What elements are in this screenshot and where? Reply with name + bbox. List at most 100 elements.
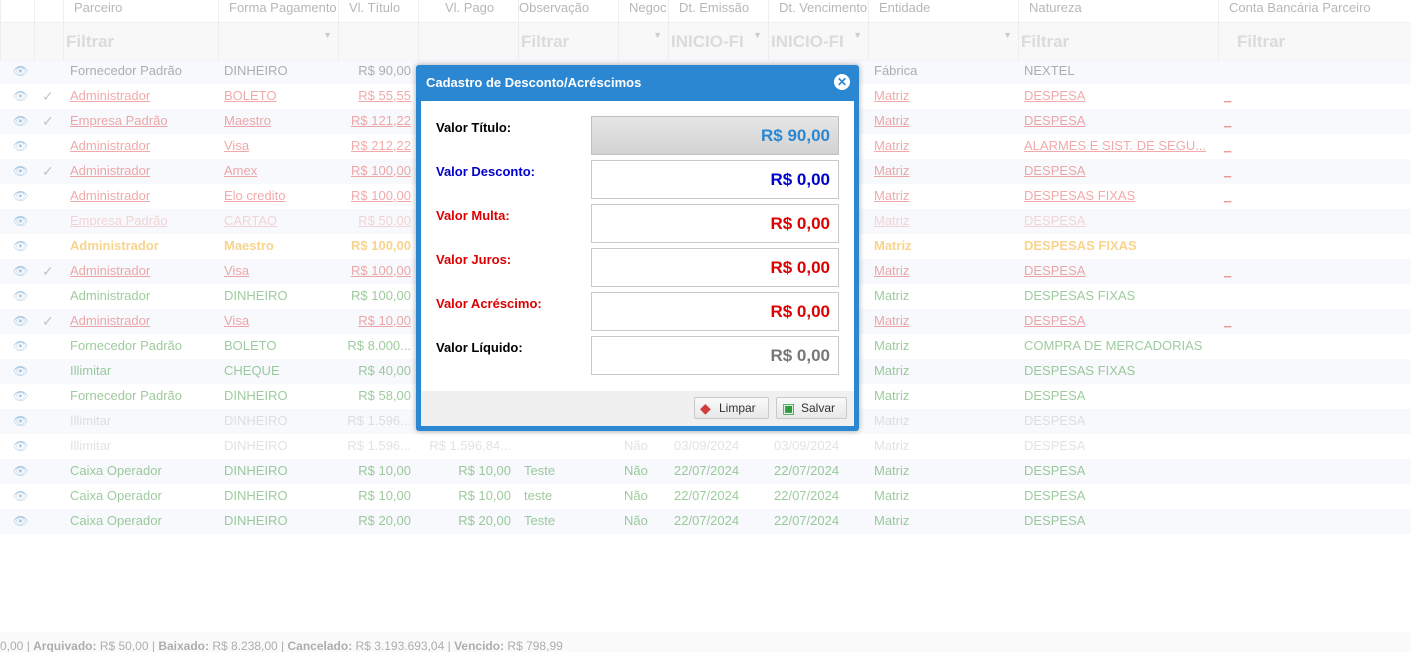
eye-icon[interactable]: 👁 bbox=[13, 388, 28, 404]
cell-natureza[interactable]: DESPESA bbox=[1024, 163, 1212, 179]
cell-vl-titulo[interactable]: R$ 100,00 bbox=[338, 188, 411, 204]
filter-observacao[interactable]: Filtrar bbox=[519, 22, 618, 61]
cell-entidade[interactable]: Matriz bbox=[874, 313, 1014, 329]
cell-natureza[interactable]: DESPESA bbox=[1024, 88, 1212, 104]
cell-parceiro[interactable]: Administrador bbox=[70, 88, 215, 104]
cell-vl-titulo[interactable]: R$ 100,00 bbox=[338, 163, 411, 179]
cell-forma-pagamento[interactable]: BOLETO bbox=[224, 88, 334, 104]
header-entidade[interactable]: Entidade ▼ bbox=[868, 0, 1018, 61]
cell-entidade[interactable]: Matriz bbox=[874, 263, 1014, 279]
filter-conta-bancaria[interactable]: Filtrar bbox=[1219, 22, 1411, 61]
valor-acrescimo-input[interactable]: R$ 0,00 bbox=[591, 292, 839, 331]
cell-natureza[interactable]: DESPESA bbox=[1024, 313, 1212, 329]
cell-conta-bancaria[interactable]: _ bbox=[1224, 263, 1404, 279]
filter-entidade[interactable]: ▼ bbox=[869, 22, 1018, 61]
header-natureza[interactable]: Natureza Filtrar bbox=[1018, 0, 1218, 61]
valor-juros-input[interactable]: R$ 0,00 bbox=[591, 248, 839, 287]
eye-icon[interactable]: 👁 bbox=[13, 463, 28, 479]
eye-icon[interactable]: 👁 bbox=[13, 338, 28, 354]
filter-dt-emissao[interactable]: INICIO-FI ▼ bbox=[669, 22, 768, 61]
table-row[interactable]: 👁 Caixa Operador DINHEIRO R$ 10,00 R$ 10,00 T… bbox=[0, 459, 1411, 484]
eye-icon[interactable]: 👁 bbox=[13, 113, 28, 129]
eye-icon[interactable]: 👁 bbox=[13, 488, 28, 504]
cell-natureza[interactable]: ALARMES E SIST. DE SEGU... bbox=[1024, 138, 1212, 154]
cell-forma-pagamento[interactable]: Visa bbox=[224, 313, 334, 329]
cell-vl-titulo[interactable]: R$ 121,22 bbox=[338, 113, 411, 129]
salvar-button[interactable]: ▣ Salvar bbox=[776, 397, 847, 419]
cell-natureza: DESPESA bbox=[1024, 513, 1086, 528]
eye-icon[interactable]: 👁 bbox=[13, 263, 28, 279]
header-vl-titulo[interactable]: Vl. Título bbox=[338, 0, 418, 61]
cell-vl-titulo: R$ 1.596... bbox=[347, 413, 411, 428]
table-row[interactable]: 👁 Illimitar DINHEIRO R$ 1.596... R$ 1.596,84… bbox=[0, 434, 1411, 459]
cell-entidade[interactable]: Matriz bbox=[874, 113, 1014, 129]
header-observacao[interactable]: Observação Filtrar bbox=[518, 0, 618, 61]
eye-icon[interactable]: 👁 bbox=[13, 213, 28, 229]
filter-forma-pagamento[interactable]: ▼ bbox=[219, 22, 338, 61]
eye-icon[interactable]: 👁 bbox=[13, 288, 28, 304]
eye-icon[interactable]: 👁 bbox=[13, 238, 28, 254]
cell-natureza[interactable]: DESPESAS FIXAS bbox=[1024, 188, 1212, 204]
header-dt-vencimento[interactable]: Dt. Vencimento INICIO-FI ▼ bbox=[768, 0, 868, 61]
cell-parceiro[interactable]: Administrador bbox=[70, 138, 215, 154]
header-forma-pagamento[interactable]: Forma Pagamento ▼ bbox=[218, 0, 338, 61]
cell-natureza[interactable]: DESPESA bbox=[1024, 263, 1212, 279]
header-vl-pago[interactable]: Vl. Pago bbox=[418, 0, 518, 61]
cell-entidade[interactable]: Matriz bbox=[874, 88, 1014, 104]
eye-icon[interactable]: 👁 bbox=[13, 88, 28, 104]
eye-icon[interactable]: 👁 bbox=[13, 413, 28, 429]
eye-icon[interactable]: 👁 bbox=[13, 363, 28, 379]
cell-entidade[interactable]: Matriz bbox=[874, 188, 1014, 204]
filter-natureza[interactable]: Filtrar bbox=[1019, 22, 1218, 61]
filter-negoc[interactable]: ▼ bbox=[619, 22, 668, 61]
cell-parceiro[interactable]: Administrador bbox=[70, 163, 215, 179]
cell-conta-bancaria[interactable]: _ bbox=[1224, 188, 1404, 204]
cell-forma-pagamento[interactable]: Elo credito bbox=[224, 188, 334, 204]
cell-parceiro[interactable]: Administrador bbox=[70, 313, 215, 329]
chevron-down-icon[interactable]: ▼ bbox=[853, 30, 862, 40]
eye-icon[interactable]: 👁 bbox=[13, 313, 28, 329]
cell-forma-pagamento[interactable]: Maestro bbox=[224, 113, 334, 129]
eye-icon[interactable]: 👁 bbox=[13, 163, 28, 179]
chevron-down-icon[interactable]: ▼ bbox=[323, 30, 332, 40]
eye-icon[interactable]: 👁 bbox=[13, 138, 28, 154]
cell-entidade[interactable]: Matriz bbox=[874, 163, 1014, 179]
header-dt-emissao[interactable]: Dt. Emissão INICIO-FI ▼ bbox=[668, 0, 768, 61]
header-parceiro[interactable]: Parceiro Filtrar bbox=[63, 0, 218, 61]
header-negoc[interactable]: Negoc ▼ bbox=[618, 0, 668, 61]
cell-conta-bancaria[interactable]: _ bbox=[1224, 163, 1404, 179]
close-icon[interactable]: ✕ bbox=[834, 74, 850, 90]
table-row[interactable]: 👁 Caixa Operador DINHEIRO R$ 10,00 R$ 10,00 t… bbox=[0, 484, 1411, 509]
cell-conta-bancaria[interactable]: _ bbox=[1224, 313, 1404, 329]
cell-vl-titulo[interactable]: R$ 212,22 bbox=[338, 138, 411, 154]
cell-parceiro[interactable]: Administrador bbox=[70, 188, 215, 204]
eye-icon[interactable]: 👁 bbox=[13, 63, 28, 79]
cell-forma-pagamento[interactable]: Amex bbox=[224, 163, 334, 179]
chevron-down-icon[interactable]: ▼ bbox=[753, 30, 762, 40]
cell-conta-bancaria[interactable]: _ bbox=[1224, 138, 1404, 154]
cell-conta-bancaria[interactable]: _ bbox=[1224, 88, 1404, 104]
cell-vl-titulo[interactable]: R$ 55,55 bbox=[338, 88, 411, 104]
cell-parceiro[interactable]: Administrador bbox=[70, 263, 215, 279]
chevron-down-icon[interactable]: ▼ bbox=[653, 30, 662, 40]
eye-icon[interactable]: 👁 bbox=[13, 438, 28, 454]
valor-multa-input[interactable]: R$ 0,00 bbox=[591, 204, 839, 243]
limpar-button[interactable]: ◆ Limpar bbox=[694, 397, 769, 419]
cell-parceiro[interactable]: Empresa Padrão bbox=[70, 113, 215, 129]
filter-parceiro[interactable]: Filtrar bbox=[64, 22, 218, 61]
header-conta-bancaria[interactable]: Conta Bancária Parceiro Filtrar bbox=[1218, 0, 1411, 61]
arquivado-label: Arquivado: bbox=[33, 639, 97, 652]
cell-entidade[interactable]: Matriz bbox=[874, 138, 1014, 154]
eye-icon[interactable]: 👁 bbox=[13, 513, 28, 529]
chevron-down-icon[interactable]: ▼ bbox=[1003, 30, 1012, 40]
cell-vl-titulo[interactable]: R$ 10,00 bbox=[338, 313, 411, 329]
eye-icon[interactable]: 👁 bbox=[13, 188, 28, 204]
cell-vl-titulo[interactable]: R$ 100,00 bbox=[338, 263, 411, 279]
cell-forma-pagamento[interactable]: Visa bbox=[224, 138, 334, 154]
valor-desconto-input[interactable]: R$ 0,00 bbox=[591, 160, 839, 199]
cell-forma-pagamento[interactable]: Visa bbox=[224, 263, 334, 279]
table-row[interactable]: 👁 Caixa Operador DINHEIRO R$ 20,00 R$ 20,00 T… bbox=[0, 509, 1411, 534]
cell-natureza[interactable]: DESPESA bbox=[1024, 113, 1212, 129]
filter-dt-vencimento[interactable]: INICIO-FI ▼ bbox=[769, 22, 868, 61]
cell-conta-bancaria[interactable]: _ bbox=[1224, 113, 1404, 129]
